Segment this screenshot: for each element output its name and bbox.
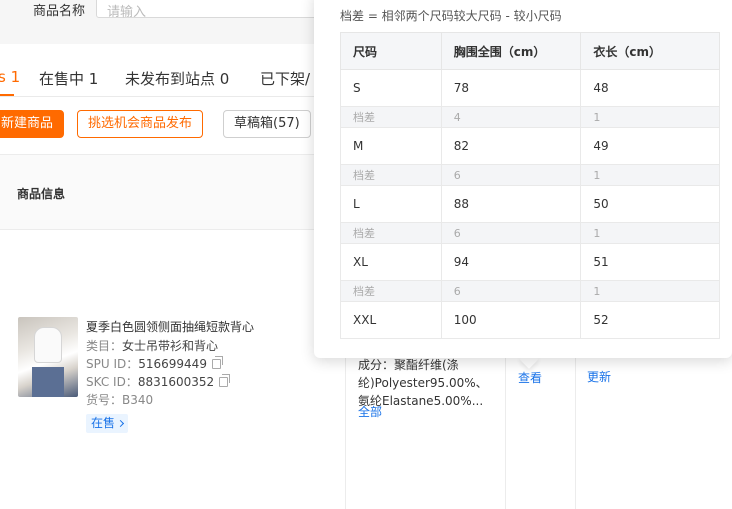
chest-diff: 6 bbox=[440, 222, 582, 244]
size-cell: XXL bbox=[340, 301, 442, 339]
product-title[interactable]: 夏季白色圆领侧面抽绳短款背心 bbox=[86, 318, 254, 335]
sku-label: 货号： bbox=[86, 393, 123, 407]
length-diff: 1 bbox=[580, 222, 720, 244]
tab-on-sale[interactable]: 在售中 1 bbox=[39, 68, 98, 89]
product-info-header: 商品信息 bbox=[17, 187, 66, 201]
chest-cell: 82 bbox=[440, 127, 582, 165]
diff-row: 档差 4 1 bbox=[340, 106, 720, 128]
chest-cell: 94 bbox=[440, 243, 582, 281]
status-badge[interactable]: 在售 bbox=[86, 414, 129, 433]
diff-row: 档差 6 1 bbox=[340, 280, 720, 302]
length-cell: 48 bbox=[580, 69, 720, 107]
chest-diff: 6 bbox=[440, 280, 582, 302]
length-diff: 1 bbox=[580, 106, 720, 128]
pick-opportunity-button[interactable]: 挑选机会商品发布 bbox=[77, 110, 204, 138]
copy-icon[interactable] bbox=[211, 356, 223, 369]
length-diff: 1 bbox=[580, 164, 720, 186]
size-cell: XL bbox=[340, 243, 442, 281]
size-cell: L bbox=[340, 185, 442, 223]
size-row: L 88 50 bbox=[340, 185, 720, 223]
diff-row: 档差 6 1 bbox=[340, 222, 720, 244]
sku-value: B340 bbox=[122, 393, 154, 407]
product-name-label: 商品名称 bbox=[33, 4, 86, 19]
length-cell: 52 bbox=[580, 301, 720, 339]
product-category: 类目：女士吊带衫和背心 bbox=[86, 337, 218, 354]
length-header: 衣长（cm） bbox=[580, 32, 720, 70]
skc-value: 8831600352 bbox=[137, 375, 215, 389]
update-link[interactable]: 更新 bbox=[587, 368, 611, 385]
product-spu: SPU ID：516699449 bbox=[86, 355, 223, 372]
size-chart-table: 尺码 胸围全围（cm） 衣长（cm） S 78 48 档差 4 1 M 82 4… bbox=[340, 32, 720, 339]
size-row: S 78 48 bbox=[340, 69, 720, 107]
status-label: 在售 bbox=[91, 416, 116, 430]
size-cell: S bbox=[340, 69, 442, 107]
material-all-link[interactable]: 全部 bbox=[358, 403, 382, 420]
size-chart-popover: 档差 = 相邻两个尺码较大尺码 - 较小尺码 尺码 胸围全围（cm） 衣长（cm… bbox=[314, 0, 732, 358]
size-header: 尺码 bbox=[340, 32, 442, 70]
product-sku: 货号：B340 bbox=[86, 391, 153, 408]
skc-label: SKC ID： bbox=[86, 375, 138, 389]
product-skc: SKC ID：8831600352 bbox=[86, 373, 231, 390]
spu-label: SPU ID： bbox=[86, 357, 139, 371]
size-row: XL 94 51 bbox=[340, 243, 720, 281]
chest-diff: 4 bbox=[440, 106, 582, 128]
chest-cell: 78 bbox=[440, 69, 582, 107]
size-row: XXL 100 52 bbox=[340, 301, 720, 339]
copy-icon[interactable] bbox=[219, 374, 231, 387]
tab-unpublished[interactable]: 未发布到站点 0 bbox=[125, 68, 229, 89]
length-cell: 51 bbox=[580, 243, 720, 281]
chest-diff: 6 bbox=[440, 164, 582, 186]
diff-label: 档差 bbox=[340, 106, 442, 128]
tab-delisted[interactable]: 已下架/ bbox=[260, 68, 310, 89]
category-value: 女士吊带衫和背心 bbox=[122, 339, 219, 353]
chest-cell: 100 bbox=[440, 301, 582, 339]
length-diff: 1 bbox=[580, 280, 720, 302]
spu-value: 516699449 bbox=[138, 357, 207, 371]
length-cell: 49 bbox=[580, 127, 720, 165]
drafts-button[interactable]: 草稿箱(57) bbox=[223, 110, 311, 138]
view-size-link[interactable]: 查看 bbox=[518, 369, 542, 386]
product-name-input[interactable]: 请输入 bbox=[96, 0, 326, 20]
diff-label: 档差 bbox=[340, 164, 442, 186]
size-cell: M bbox=[340, 127, 442, 165]
length-cell: 50 bbox=[580, 185, 720, 223]
chest-header: 胸围全围（cm） bbox=[440, 32, 582, 70]
size-row: M 82 49 bbox=[340, 127, 720, 165]
material-composition: 成分：聚酯纤维(涤纶)Polyester95.00%、氨纶Elastane5.0… bbox=[358, 356, 498, 410]
chest-cell: 88 bbox=[440, 185, 582, 223]
tab-all[interactable]: s 1 bbox=[0, 68, 20, 86]
diff-label: 档差 bbox=[340, 280, 442, 302]
category-label: 类目： bbox=[86, 339, 123, 353]
material-text: 成分：聚酯纤维(涤纶)Polyester95.00%、氨纶Elastane5.0… bbox=[358, 358, 488, 408]
product-image-pants bbox=[32, 367, 64, 397]
product-image-top bbox=[34, 327, 62, 363]
size-diff-note: 档差 = 相邻两个尺码较大尺码 - 较小尺码 bbox=[340, 9, 562, 23]
chevron-right-icon bbox=[116, 419, 125, 428]
product-thumbnail[interactable] bbox=[18, 317, 78, 397]
diff-row: 档差 6 1 bbox=[340, 164, 720, 186]
create-product-button[interactable]: 新建商品 bbox=[0, 110, 65, 138]
diff-label: 档差 bbox=[340, 222, 442, 244]
